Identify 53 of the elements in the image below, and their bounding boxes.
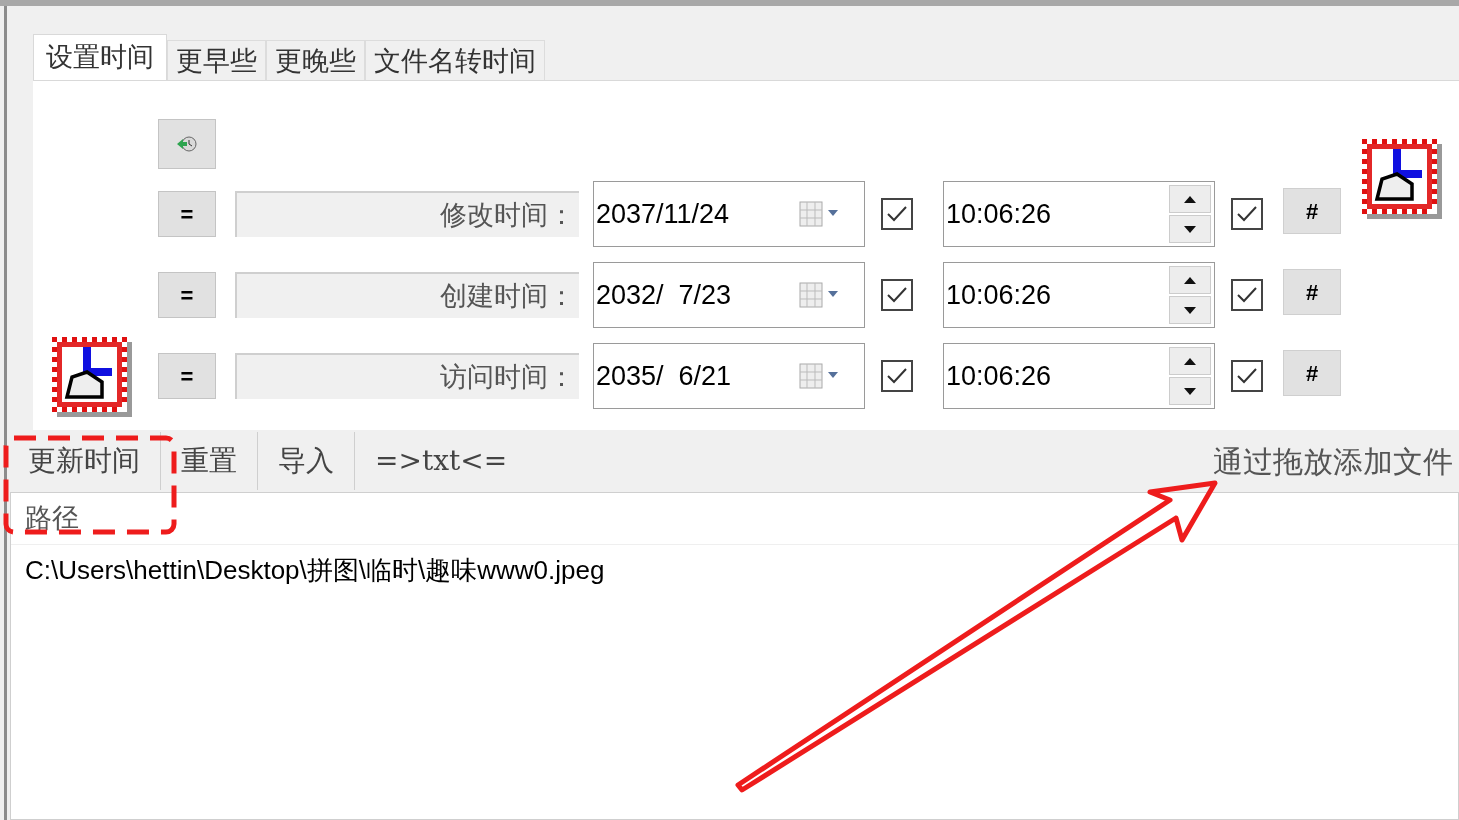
time-value: 10:06:26 [946,359,1053,393]
field-label: 创建时间： [235,272,579,318]
equals-button[interactable]: = [158,272,216,318]
date-picker[interactable]: 2032/ 7/23 [593,262,865,328]
down-triangle-icon [1184,387,1196,395]
spin-down-button[interactable] [1169,296,1211,324]
clock-arrow-icon [176,135,198,153]
up-triangle-icon [1184,357,1196,365]
app-icon [52,337,132,417]
field-label: 访问时间： [235,353,579,399]
app-icon [1362,139,1442,219]
time-field[interactable]: 10:06:26 [943,181,1215,247]
file-path[interactable]: C:\Users\hettin\Desktop\拼图\临时\趣味www0.jpeg [25,545,1458,595]
date-value: 2037/11/24 [596,197,731,231]
up-triangle-icon [1184,195,1196,203]
tab[interactable]: 设置时间 [33,34,167,80]
down-triangle-icon [1184,306,1196,314]
spin-down-button[interactable] [1169,377,1211,405]
equals-button[interactable]: = [158,191,216,237]
spin-up-button[interactable] [1169,185,1211,213]
hash-button[interactable]: # [1283,188,1341,234]
date-value: 2035/ 6/21 [596,359,733,393]
checkbox[interactable] [881,360,913,392]
spin-down-button[interactable] [1169,215,1211,243]
toolbar-button[interactable]: 导入 [258,432,355,490]
checkbox[interactable] [881,279,913,311]
date-picker[interactable]: 2035/ 6/21 [593,343,865,409]
equals-button[interactable]: = [158,353,216,399]
checkbox[interactable] [1231,198,1263,230]
toolbar-button[interactable]: 更新时间 [8,432,161,490]
time-value: 10:06:26 [946,197,1053,231]
date-picker[interactable]: 2037/11/24 [593,181,865,247]
field-label: 修改时间： [235,191,579,237]
tab[interactable]: 更早些 [167,40,266,80]
toolbar-button[interactable]: =>txt<= [355,432,528,490]
checkbox[interactable] [1231,279,1263,311]
spin-up-button[interactable] [1169,347,1211,375]
checkbox[interactable] [881,198,913,230]
up-triangle-icon [1184,276,1196,284]
toolbar-button[interactable]: 重置 [161,432,258,490]
checkbox[interactable] [1231,360,1263,392]
time-field[interactable]: 10:06:26 [943,343,1215,409]
column-header: 路径 [25,501,79,536]
tab[interactable]: 更晚些 [266,40,365,80]
time-value: 10:06:26 [946,278,1053,312]
hash-button[interactable]: # [1283,269,1341,315]
spin-up-button[interactable] [1169,266,1211,294]
hash-button[interactable]: # [1283,350,1341,396]
down-triangle-icon [1184,225,1196,233]
drop-hint-text: 通过拖放添加文件 [1213,442,1453,481]
date-value: 2032/ 7/23 [596,278,733,312]
tab[interactable]: 文件名转时间 [365,40,545,80]
time-field[interactable]: 10:06:26 [943,262,1215,328]
